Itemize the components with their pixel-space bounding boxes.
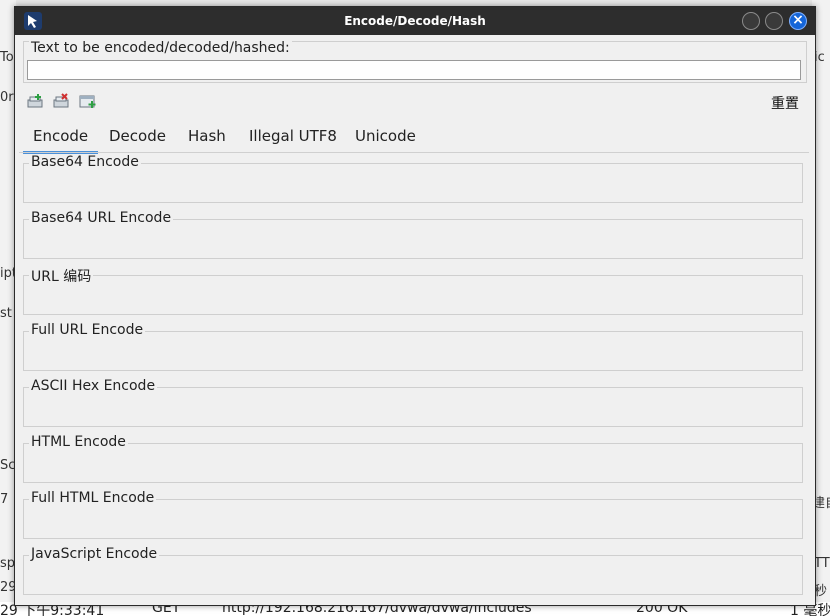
tab-hash[interactable]: Hash [178,125,236,151]
section-label: ASCII Hex Encode [29,378,158,394]
section-label: Full URL Encode [29,322,146,338]
section-label: Full HTML Encode [29,490,157,506]
tab-encode[interactable]: Encode [23,125,99,154]
input-group: Text to be encoded/decoded/hashed: [23,40,807,83]
text-input[interactable] [27,60,801,80]
tab-unicode[interactable]: Unicode [345,125,426,151]
bg-fragment: sp [0,556,16,571]
output-base64-url-encode[interactable]: Base64 URL Encode [23,210,803,259]
bg-fragment: 7 [0,492,9,507]
input-label: Text to be encoded/decoded/hashed: [29,40,292,56]
add-output-icon[interactable] [79,93,97,109]
tab-bar: Encode Decode Hash Illegal UTF8 Unicode [19,125,809,154]
output-html-encode[interactable]: HTML Encode [23,434,803,483]
tab-illegal-utf8[interactable]: Illegal UTF8 [239,125,347,151]
output-base64-encode[interactable]: Base64 Encode [23,154,803,203]
section-label: Base64 Encode [29,154,141,170]
section-label: URL 编码 [29,266,94,286]
bg-fragment: To [0,50,14,65]
bg-fragment: st [0,306,12,321]
dialog-title: Encode/Decode/Hash [344,14,486,28]
bg-fragment: 0r [0,90,14,105]
minimize-button[interactable] [742,12,760,30]
reset-button[interactable]: 重置 [771,93,799,113]
output-url-encode[interactable]: URL 编码 [23,266,803,315]
tab-bar-divider [19,152,809,153]
maximize-button[interactable] [765,12,783,30]
output-full-html-encode[interactable]: Full HTML Encode [23,490,803,539]
add-tab-icon[interactable] [27,93,45,109]
bg-fragment: TT [814,556,830,571]
section-label: HTML Encode [29,434,128,450]
output-ascii-hex-encode[interactable]: ASCII Hex Encode [23,378,803,427]
output-full-url-encode[interactable]: Full URL Encode [23,322,803,371]
dialog-titlebar[interactable]: Encode/Decode/Hash × [15,7,815,35]
close-button[interactable]: × [789,12,807,30]
section-label: Base64 URL Encode [29,210,174,226]
section-label: JavaScript Encode [29,546,160,562]
encode-decode-dialog: Encode/Decode/Hash × Text to be encoded/… [14,6,816,606]
output-javascript-encode[interactable]: JavaScript Encode [23,546,803,595]
tab-decode[interactable]: Decode [99,125,176,151]
remove-tab-icon[interactable] [53,93,71,109]
